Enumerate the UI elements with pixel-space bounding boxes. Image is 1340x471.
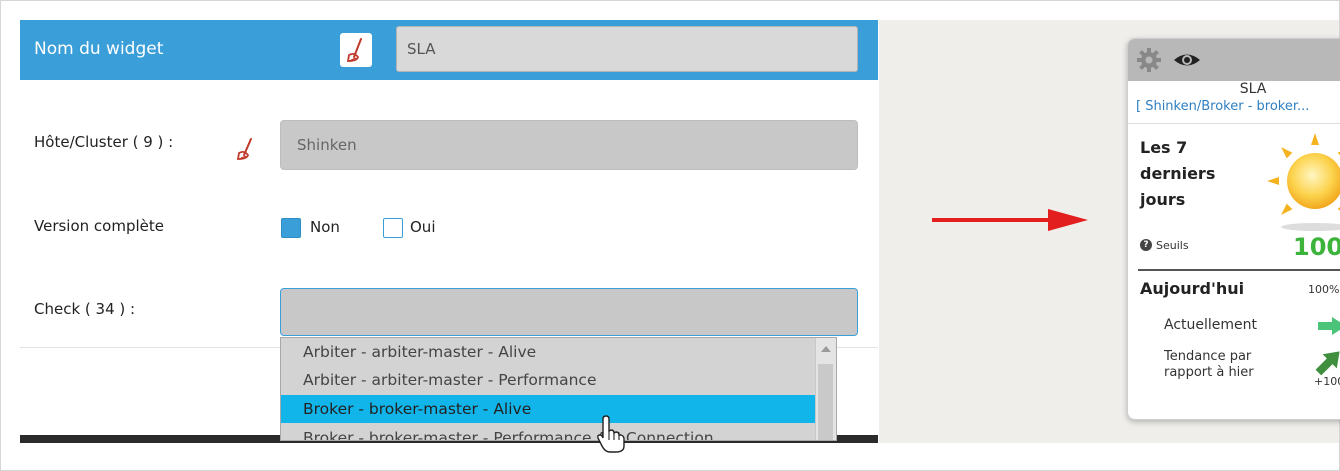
checkbox-non[interactable] — [281, 218, 301, 238]
thresholds-label[interactable]: Seuils — [1156, 239, 1189, 252]
period-label: Les 7 derniers jours — [1140, 138, 1216, 209]
red-arrow-icon — [932, 209, 1088, 231]
sla-widget-preview: SLA [ Shinken/Broker - broker... Les 7 d… — [1127, 38, 1340, 420]
check-dropdown-list[interactable]: Arbiter - arbiter-master - Alive Arbiter… — [280, 337, 837, 441]
scroll-thumb[interactable] — [818, 364, 833, 440]
check-input[interactable] — [280, 288, 858, 336]
version-label: Version complète — [34, 217, 164, 235]
sun-icon — [1267, 133, 1340, 231]
widget-name-label: Nom du widget — [34, 39, 164, 59]
host-label: Hôte/Cluster ( 9 ) : — [34, 133, 174, 151]
today-percentage: 100% — [1308, 283, 1340, 296]
host-input[interactable] — [280, 120, 858, 170]
today-label: Aujourd'hui — [1140, 279, 1245, 298]
divider — [1138, 269, 1340, 271]
scroll-up-icon[interactable] — [821, 346, 831, 352]
trend-value: +100 — [1314, 375, 1340, 388]
brush-icon — [346, 38, 362, 62]
checkbox-oui[interactable] — [383, 218, 403, 238]
widget-toolbar — [1128, 39, 1340, 81]
sla-percentage: 100% — [1293, 233, 1340, 261]
widget-name-input[interactable] — [396, 26, 858, 72]
widget-title: SLA — [1239, 81, 1267, 97]
trend-label: Tendance par rapport à hier — [1164, 349, 1254, 380]
arrow-right-icon — [1318, 317, 1340, 335]
option-non-label: Non — [310, 218, 340, 236]
current-label: Actuellement — [1164, 317, 1258, 333]
dropdown-option-selected[interactable]: Broker - broker-master - Alive — [281, 395, 815, 423]
brush-icon-button[interactable] — [340, 33, 372, 67]
dropdown-option[interactable]: Broker - broker-master - Performance API… — [281, 424, 815, 440]
host-brush-icon[interactable] — [232, 136, 260, 164]
help-icon[interactable]: ? — [1140, 239, 1152, 251]
widget-subtitle[interactable]: [ Shinken/Broker - broker... — [1136, 99, 1340, 114]
gear-icon[interactable] — [1136, 47, 1162, 73]
divider — [1128, 123, 1340, 124]
check-label: Check ( 34 ) : — [34, 300, 136, 318]
dropdown-scrollbar[interactable] — [815, 338, 836, 440]
eye-icon[interactable] — [1172, 49, 1202, 71]
arrow-up-right-icon — [1315, 351, 1340, 376]
dropdown-option[interactable]: Arbiter - arbiter-master - Performance — [281, 366, 815, 394]
widget-name-header: Nom du widget — [20, 20, 878, 80]
dropdown-option[interactable]: Arbiter - arbiter-master - Alive — [281, 338, 815, 366]
brush-icon — [236, 138, 252, 160]
hand-cursor-icon — [597, 415, 625, 453]
option-oui-label: Oui — [410, 218, 436, 236]
